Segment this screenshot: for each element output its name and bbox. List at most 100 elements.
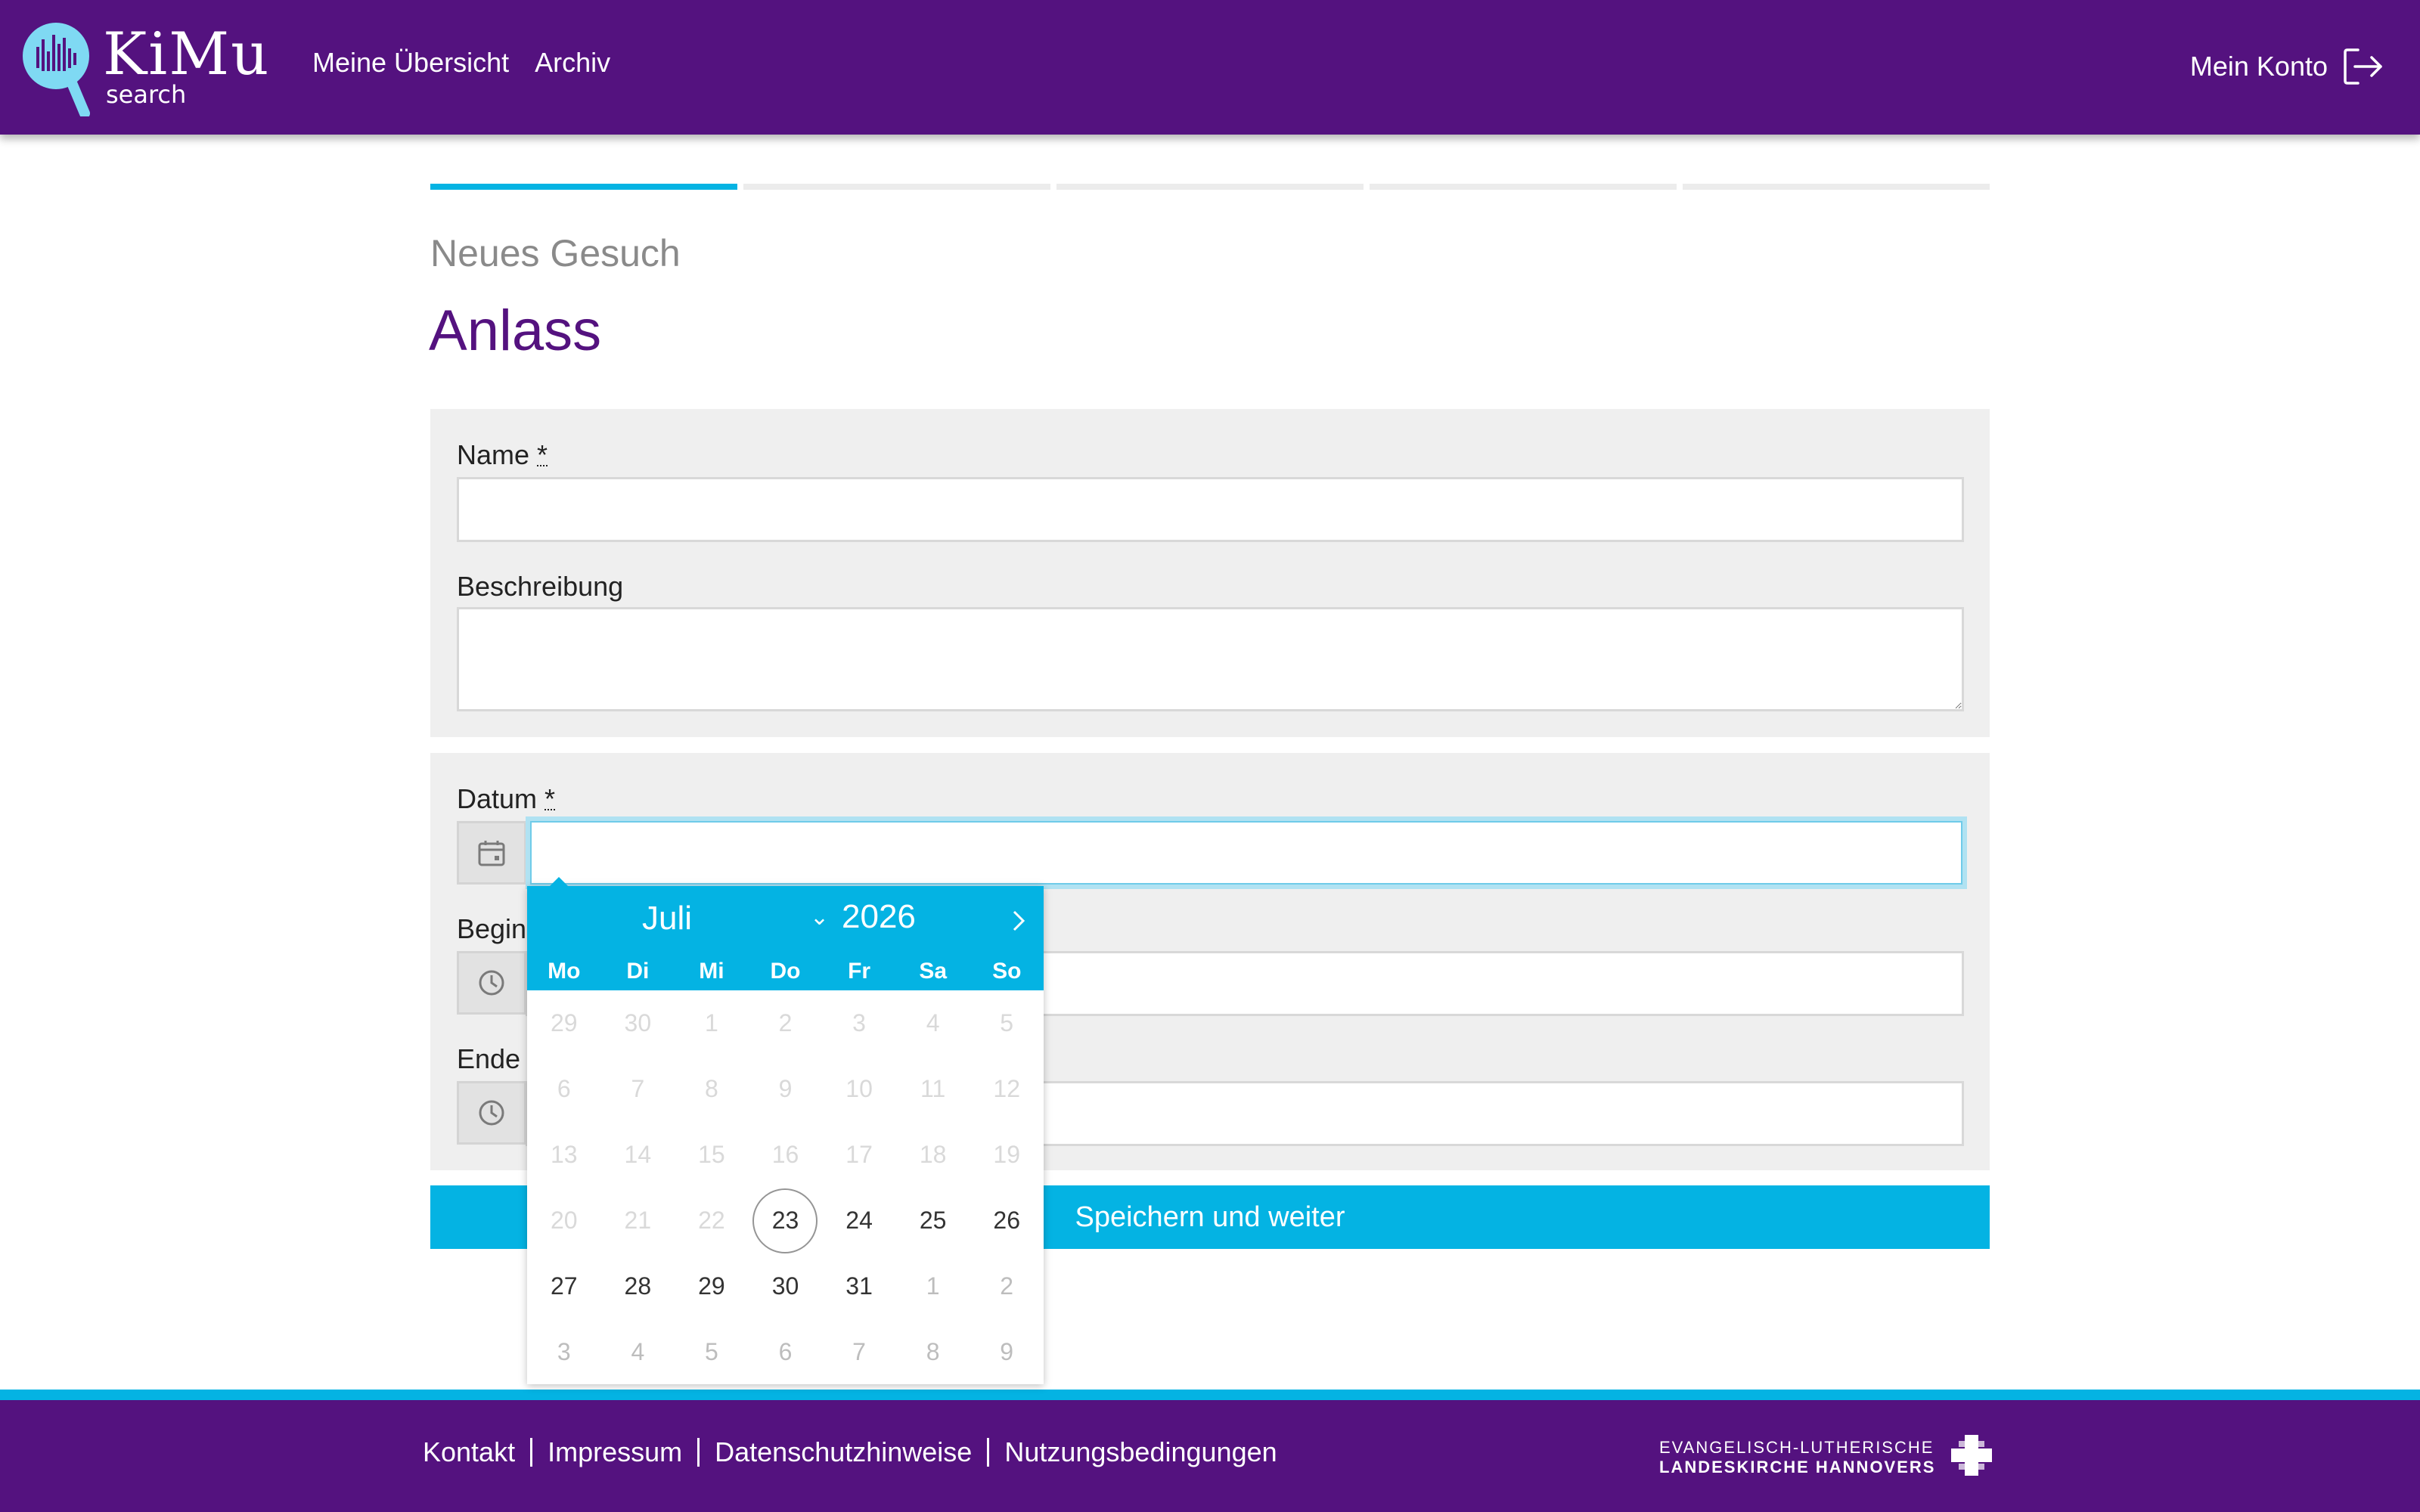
- calendar-day-disabled: 17: [845, 1141, 873, 1168]
- weekday-label: Mi: [699, 959, 724, 984]
- end-time-addon[interactable]: [457, 1081, 526, 1145]
- church-logo-text[interactable]: EVANGELISCH-LUTHERISCHE LANDESKIRCHE HAN…: [1659, 1438, 1935, 1477]
- progress-step-3: [1056, 184, 1364, 190]
- footer-accent-line: [0, 1390, 2420, 1400]
- calendar-day[interactable]: 28: [601, 1253, 675, 1319]
- weekday-label: Fr: [848, 959, 871, 984]
- end-label: Ende: [457, 1043, 521, 1074]
- footer-link-impressum[interactable]: Impressum: [548, 1436, 682, 1468]
- calendar-day-disabled: 10: [845, 1075, 873, 1102]
- details-panel: Name * Beschreibung: [430, 409, 1990, 737]
- logout-icon: [2344, 48, 2382, 85]
- required-marker: *: [537, 439, 548, 470]
- calendar-day-disabled: 14: [624, 1141, 652, 1168]
- datepicker-days: 29 30 1 2 3 4 5 6 7 8 9 10 11 12 13 14 1…: [527, 990, 1044, 1385]
- footer-link-datenschutz[interactable]: Datenschutzhinweise: [715, 1436, 972, 1468]
- description-label: Beschreibung: [457, 571, 624, 602]
- calendar-addon[interactable]: [457, 821, 526, 885]
- name-label: Name *: [457, 439, 548, 471]
- calendar-day-next-month[interactable]: 8: [896, 1319, 970, 1385]
- weekday-row: Mo Di Mi Do Fr Sa So: [527, 954, 1044, 989]
- calendar-day[interactable]: 27: [527, 1253, 601, 1319]
- church-line-2: LANDESKIRCHE HANNOVERS: [1659, 1458, 1936, 1476]
- nav-archiv[interactable]: Archiv: [535, 47, 610, 79]
- calendar-day-disabled: 29: [550, 1009, 578, 1036]
- page-subtitle: Neues Gesuch: [430, 232, 681, 274]
- datepicker-header: Juli ⌄ 2026 Mo Di Mi Do Fr Sa So: [527, 886, 1044, 990]
- today-marker: 23: [752, 1188, 818, 1253]
- calendar-day-disabled: 12: [993, 1075, 1020, 1102]
- calendar-day-disabled: 4: [926, 1009, 940, 1036]
- calendar-day-disabled: 22: [698, 1207, 725, 1234]
- year-input[interactable]: 2026: [842, 898, 916, 936]
- logo-title: KiMu: [103, 20, 271, 88]
- calendar-day[interactable]: 24: [822, 1188, 896, 1253]
- calendar-day-disabled: 1: [705, 1009, 718, 1036]
- logo-subtitle: search: [106, 80, 187, 109]
- church-cross-icon: [1951, 1435, 1992, 1476]
- calendar-day[interactable]: 29: [675, 1253, 749, 1319]
- calendar-day-next-month[interactable]: 3: [527, 1319, 601, 1385]
- description-textarea[interactable]: [457, 607, 1964, 711]
- calendar-day-disabled: 2: [778, 1009, 793, 1036]
- begin-time-addon[interactable]: [457, 951, 526, 1015]
- calendar-day-next-month[interactable]: 2: [970, 1253, 1044, 1319]
- footer-links: Kontakt Impressum Datenschutzhinweise Nu…: [423, 1436, 1277, 1468]
- calendar-day-disabled: 11: [920, 1075, 946, 1102]
- calendar-day-disabled: 20: [550, 1207, 578, 1234]
- calendar-day[interactable]: 31: [822, 1253, 896, 1319]
- calendar-day-disabled: 21: [624, 1207, 652, 1234]
- calendar-day-today[interactable]: 23: [749, 1188, 823, 1253]
- footer-link-nutzungsbedingungen[interactable]: Nutzungsbedingungen: [1004, 1436, 1277, 1468]
- begin-label: Begin: [457, 913, 527, 944]
- next-month-icon[interactable]: [1005, 901, 1032, 934]
- date-input[interactable]: [526, 816, 1967, 889]
- weekday-label: Do: [770, 959, 801, 984]
- calendar-day-next-month[interactable]: 9: [970, 1319, 1044, 1385]
- weekday-label: Mo: [548, 959, 581, 984]
- required-marker: *: [544, 783, 556, 814]
- calendar-day-next-month[interactable]: 6: [749, 1319, 823, 1385]
- calendar-day-disabled: 9: [778, 1075, 793, 1102]
- calendar-day-disabled: 16: [771, 1141, 799, 1168]
- kimu-logo[interactable]: KiMu search: [20, 18, 277, 116]
- nav-meine-uebersicht[interactable]: Meine Übersicht: [312, 47, 509, 79]
- account-link[interactable]: Mein Konto: [2190, 47, 2384, 86]
- calendar-day[interactable]: 30: [749, 1253, 823, 1319]
- clock-icon: [479, 1100, 504, 1126]
- footer-divider: [987, 1438, 990, 1467]
- calendar-day-disabled: 8: [705, 1075, 718, 1102]
- calendar-day-next-month[interactable]: 5: [675, 1319, 749, 1385]
- month-select[interactable]: Juli: [642, 900, 692, 937]
- calendar-day-disabled: 13: [550, 1141, 578, 1168]
- calendar-day-disabled: 19: [993, 1141, 1020, 1168]
- footer-divider: [697, 1438, 700, 1467]
- page-footer: Kontakt Impressum Datenschutzhinweise Nu…: [0, 1400, 2420, 1512]
- footer-link-kontakt[interactable]: Kontakt: [423, 1436, 515, 1468]
- calendar-day-next-month[interactable]: 7: [822, 1319, 896, 1385]
- calendar-day-disabled: 15: [698, 1141, 725, 1168]
- calendar-day[interactable]: 26: [970, 1188, 1044, 1253]
- calendar-day[interactable]: 25: [896, 1188, 970, 1253]
- calendar-day-disabled: 18: [919, 1141, 947, 1168]
- top-header: KiMu search Meine Übersicht Archiv Mein …: [0, 0, 2420, 135]
- calendar-day-next-month[interactable]: 4: [601, 1319, 675, 1385]
- datepicker-arrow: [550, 877, 568, 886]
- calendar-day-next-month[interactable]: 1: [896, 1253, 970, 1319]
- progress-step-1: [430, 184, 737, 190]
- progress-step-4: [1370, 184, 1677, 190]
- calendar-day-disabled: 7: [631, 1075, 645, 1102]
- step-progress: [430, 184, 1990, 191]
- date-label: Datum *: [457, 783, 555, 815]
- chevron-down-icon[interactable]: ⌄: [810, 904, 829, 931]
- datepicker-popup: Juli ⌄ 2026 Mo Di Mi Do Fr Sa So 29 30 1…: [527, 877, 1044, 1385]
- calendar-day-disabled: 5: [1000, 1009, 1014, 1036]
- calendar-day-disabled: 6: [557, 1075, 571, 1102]
- church-line-1: EVANGELISCH-LUTHERISCHE: [1659, 1438, 1934, 1457]
- progress-step-2: [743, 184, 1050, 190]
- calendar-icon: [478, 841, 505, 866]
- name-label-text: Name: [457, 439, 530, 470]
- date-label-text: Datum: [457, 783, 538, 814]
- name-input[interactable]: [457, 477, 1964, 542]
- weekday-label: So: [992, 959, 1022, 984]
